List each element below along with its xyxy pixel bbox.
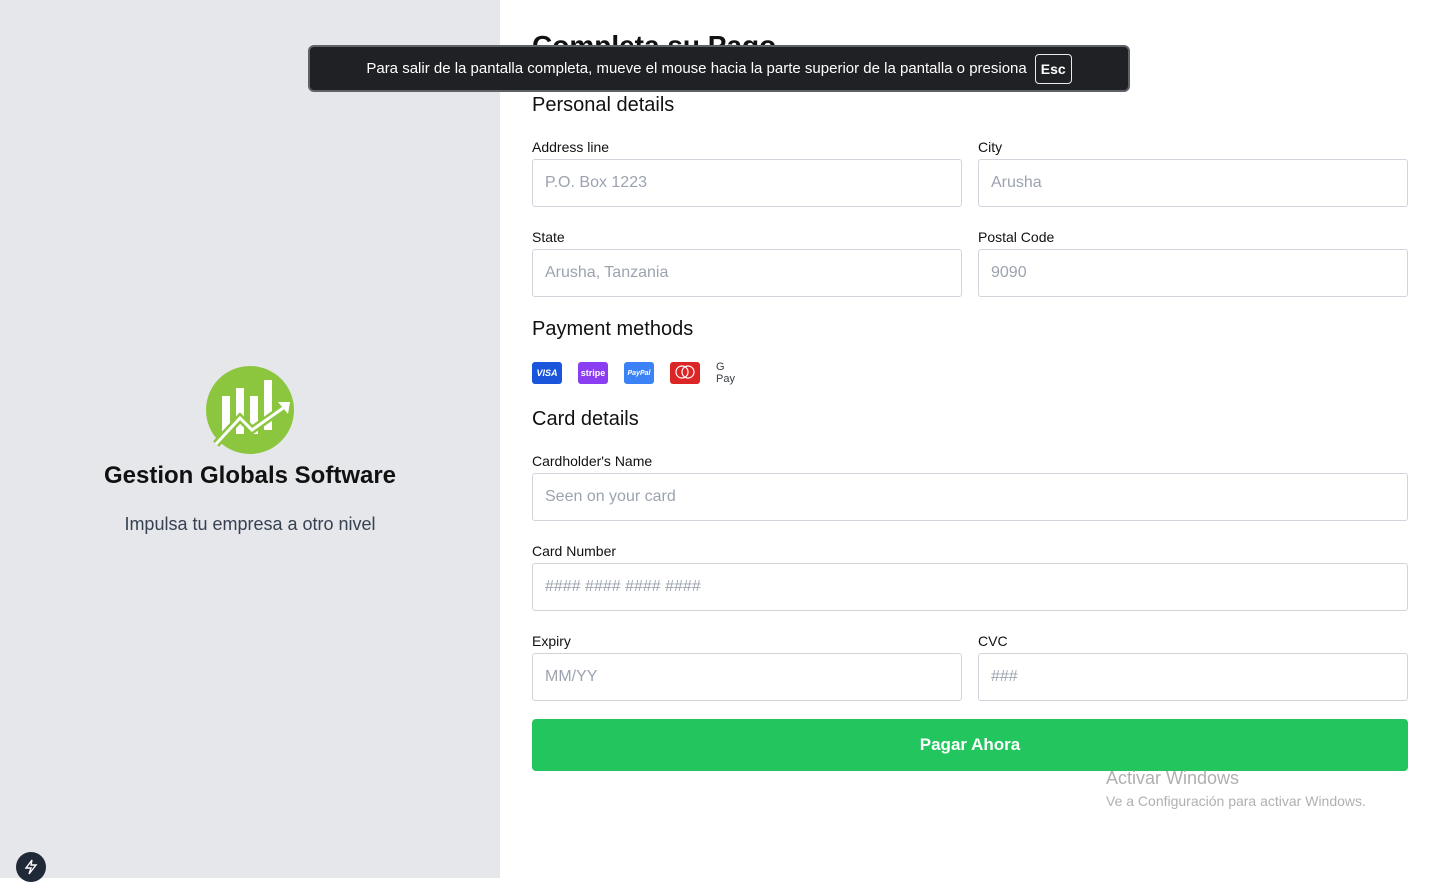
personal-details-heading: Personal details xyxy=(532,94,675,116)
watermark-subtitle: Ve a Configuración para activar Windows. xyxy=(1106,793,1366,809)
brand-block: Gestion Globals Software Impulsa tu empr… xyxy=(0,366,500,535)
state-input[interactable] xyxy=(532,249,962,297)
cvc-input[interactable] xyxy=(978,653,1408,701)
brand-tagline: Impulsa tu empresa a otro nivel xyxy=(124,514,376,534)
esc-key-badge: Esc xyxy=(1034,53,1072,84)
watermark-title: Activar Windows xyxy=(1106,768,1240,788)
gpay-icon[interactable]: G Pay xyxy=(716,361,746,385)
fullscreen-notice-text: Para salir de la pantalla completa, muev… xyxy=(366,60,1027,77)
card-details-heading: Card details xyxy=(532,408,639,430)
address-input[interactable] xyxy=(532,159,962,207)
left-panel: Gestion Globals Software Impulsa tu empr… xyxy=(0,0,500,882)
visa-icon[interactable]: VISA xyxy=(532,362,562,384)
fullscreen-notice: Para salir de la pantalla completa, muev… xyxy=(308,45,1130,92)
expiry-label: Expiry xyxy=(532,633,571,649)
paypal-icon[interactable]: PayPal xyxy=(624,362,654,384)
state-label: State xyxy=(532,229,565,245)
address-label: Address line xyxy=(532,139,610,155)
payment-methods-list: VISA stripe PayPal G Pay xyxy=(532,361,746,385)
company-logo xyxy=(206,366,294,454)
city-label: City xyxy=(978,139,1003,155)
city-input[interactable] xyxy=(978,159,1408,207)
mastercard-icon[interactable] xyxy=(670,362,700,384)
card-number-label: Card Number xyxy=(532,543,617,559)
stripe-icon[interactable]: stripe xyxy=(578,362,608,384)
postal-code-input[interactable] xyxy=(978,249,1408,297)
cardholder-label: Cardholder's Name xyxy=(532,453,653,469)
expiry-input[interactable] xyxy=(532,653,962,701)
cvc-label: CVC xyxy=(978,633,1008,649)
postal-code-label: Postal Code xyxy=(978,229,1055,245)
windows-activation-watermark: Activar Windows Ve a Configuración para … xyxy=(1106,768,1366,809)
payment-form-panel: Completa su Pago Personal details Addres… xyxy=(500,0,1433,878)
card-number-input[interactable] xyxy=(532,563,1408,611)
payment-methods-heading: Payment methods xyxy=(532,318,694,340)
brand-name: Gestion Globals Software xyxy=(103,462,397,489)
cardholder-input[interactable] xyxy=(532,473,1408,521)
pay-now-button[interactable]: Pagar Ahora xyxy=(532,719,1408,771)
